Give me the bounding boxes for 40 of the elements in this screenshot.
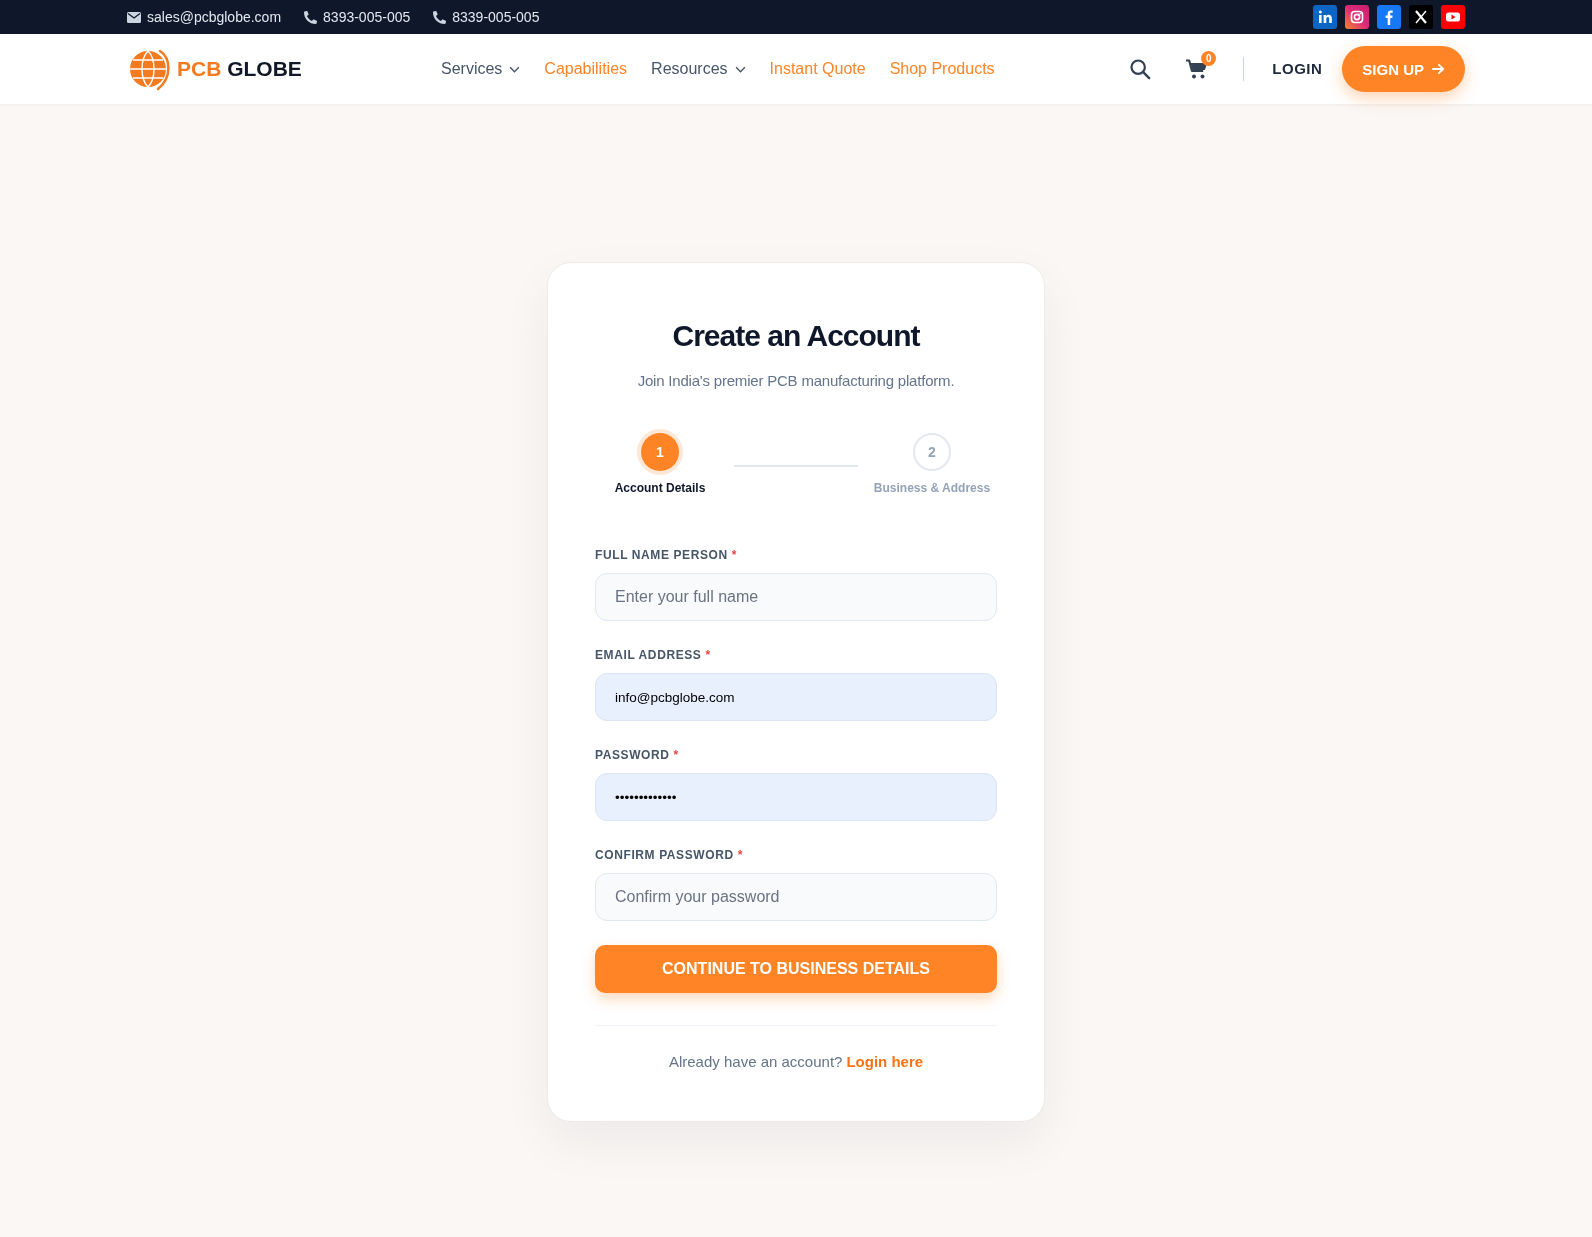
login-prompt: Already have an account?: [668, 1053, 843, 1070]
contact-link[interactable]: 8393-005-005: [304, 8, 411, 26]
contact-link[interactable]: sales@pcbglobe.com: [127, 8, 282, 26]
step-number: 2: [913, 433, 951, 471]
input-field[interactable]: info@pcbglobe.com: [595, 673, 997, 721]
search-icon[interactable]: [1129, 58, 1152, 80]
nav-link[interactable]: Resources: [651, 59, 746, 79]
logo-wordmark[interactable]: PCB GLOBE: [177, 56, 302, 82]
chevron-down-icon: [509, 65, 521, 73]
required-mark: *: [705, 648, 711, 662]
required-mark: *: [737, 848, 743, 862]
field-label: CONFIRM PASSWORD: [595, 848, 734, 862]
arrow-right-icon: [1432, 63, 1445, 75]
chevron-down-icon: [734, 65, 746, 73]
required-mark: *: [673, 748, 679, 762]
x-icon[interactable]: [1409, 5, 1433, 29]
globe-logo-icon[interactable]: [127, 47, 171, 91]
nav-link[interactable]: Services: [441, 59, 521, 79]
field-label: FULL NAME PERSON: [595, 548, 728, 562]
step-label: Business & Address: [873, 480, 991, 496]
input-field[interactable]: •••••••••••••: [595, 773, 997, 821]
step-number: 1: [641, 433, 679, 471]
facebook-icon[interactable]: [1377, 5, 1401, 29]
form-subtitle: Join India's premier PCB manufacturing platform.: [636, 371, 956, 391]
cart-count: 0: [1201, 51, 1217, 66]
phone-icon: [304, 10, 318, 24]
form-title: Create an Account: [671, 318, 921, 354]
input-field[interactable]: Confirm your password: [595, 873, 997, 921]
linkedin-icon[interactable]: [1313, 5, 1337, 29]
required-mark: *: [731, 548, 737, 562]
phone-icon: [433, 10, 447, 24]
field-label: PASSWORD: [595, 748, 670, 762]
login-link[interactable]: LOGIN: [1272, 59, 1323, 79]
instagram-icon[interactable]: [1345, 5, 1369, 29]
envelope-icon: [127, 11, 141, 23]
field-label: EMAIL ADDRESS: [595, 648, 702, 662]
input-field[interactable]: Enter your full name: [595, 573, 997, 621]
step-label: Account Details: [614, 480, 706, 496]
contact-link[interactable]: 8339-005-005: [433, 8, 540, 26]
youtube-icon[interactable]: [1441, 5, 1465, 29]
